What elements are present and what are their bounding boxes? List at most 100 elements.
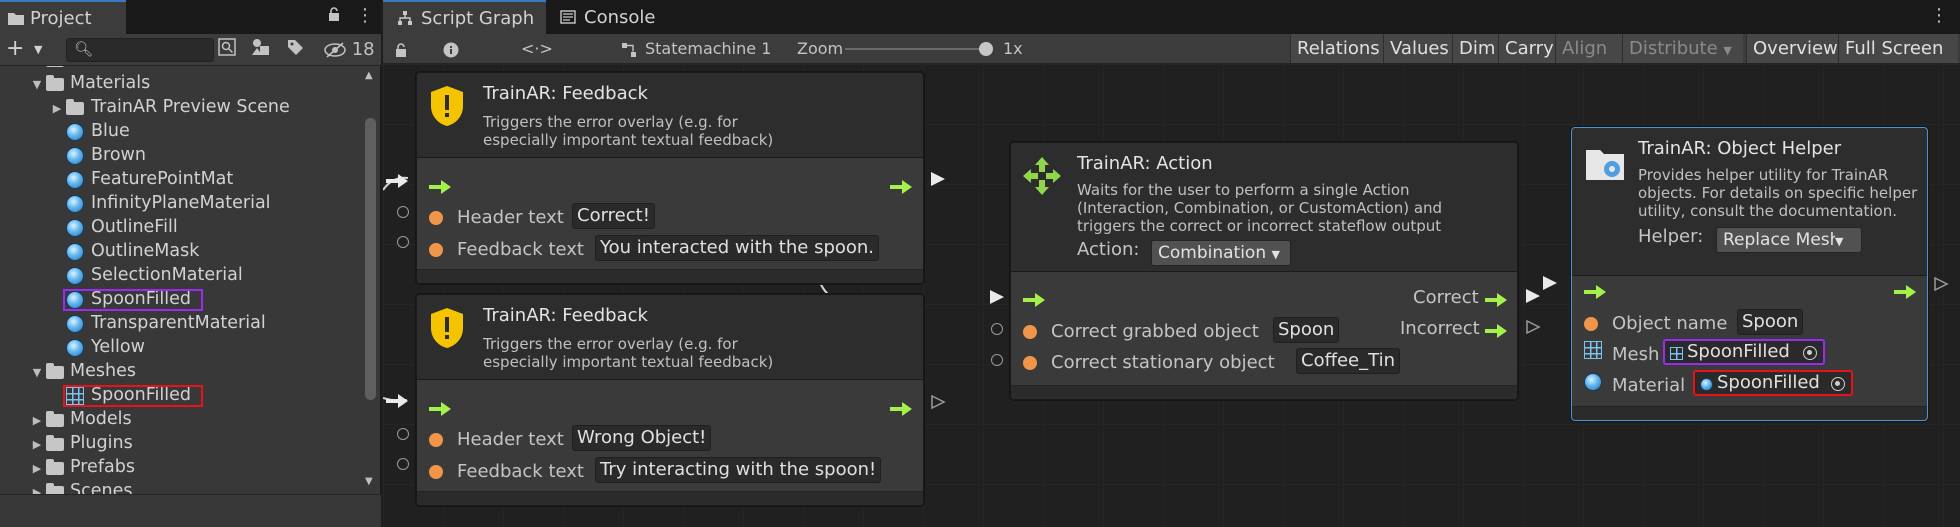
object-picker-icon[interactable]: [1803, 346, 1817, 360]
flow-output-port[interactable]: [1526, 289, 1548, 303]
input-port[interactable]: [991, 354, 1003, 366]
object-helper-node[interactable]: TrainAR: Object Helper Provides helper u…: [1571, 127, 1928, 421]
flow-output-arrow[interactable]: [1894, 285, 1916, 299]
breadcrumb[interactable]: Statemachine 1: [645, 34, 771, 63]
flow-input-arrow[interactable]: [1584, 285, 1606, 299]
flow-output-port[interactable]: [931, 172, 953, 186]
relations-button[interactable]: Relations: [1290, 34, 1386, 63]
feedback-node-correct[interactable]: TrainAR: Feedback Triggers the error ove…: [416, 72, 924, 284]
header-value[interactable]: Wrong Object!: [572, 425, 712, 451]
values-button[interactable]: Values: [1383, 34, 1455, 63]
tree-item[interactable]: SpoonFilled: [0, 384, 362, 408]
flow-input-arrow[interactable]: [429, 402, 451, 416]
expand-arrow-open-icon[interactable]: ▼: [30, 78, 44, 91]
tree-item[interactable]: TransparentMaterial: [0, 312, 362, 336]
object-picker-icon[interactable]: [1831, 377, 1845, 391]
feedback-value[interactable]: You interacted with the spoon.: [595, 235, 880, 261]
expand-arrow-closed-icon[interactable]: ▶: [30, 486, 44, 495]
overview-button[interactable]: Overview: [1746, 34, 1844, 63]
tree-item[interactable]: ▶ TrainAR Preview Scene: [0, 96, 362, 120]
flow-output-port[interactable]: [1934, 277, 1956, 291]
zoom-slider[interactable]: [845, 48, 985, 50]
tree-item-label: Prefabs: [70, 457, 135, 477]
flow-output-port[interactable]: [931, 395, 953, 409]
helper-type-dropdown[interactable]: Replace Mesh▼: [1716, 227, 1862, 253]
expand-arrow-closed-icon[interactable]: ▶: [30, 66, 44, 67]
flow-output-port[interactable]: [1526, 320, 1548, 334]
scrollbar-thumb[interactable]: [365, 118, 376, 400]
flow-output-arrow[interactable]: [890, 402, 912, 416]
tree-item[interactable]: FeaturePointMat: [0, 168, 362, 192]
action-type-dropdown[interactable]: Combination ▼: [1151, 240, 1291, 266]
tree-item[interactable]: ▶ Plugins: [0, 432, 362, 456]
tree-item[interactable]: ▶ Models: [0, 408, 362, 432]
tree-item[interactable]: ▼ Meshes: [0, 360, 362, 384]
zoom-slider-handle[interactable]: [979, 42, 993, 56]
tree-item[interactable]: ▶ Scenes: [0, 480, 362, 494]
flow-output-incorrect-arrow[interactable]: [1485, 324, 1507, 338]
tree-item[interactable]: ▼ Materials: [0, 72, 362, 96]
tree-item[interactable]: SelectionMaterial: [0, 264, 362, 288]
input-port[interactable]: [991, 323, 1003, 335]
embed-source-icon[interactable]: <·>: [521, 34, 553, 63]
header-value[interactable]: Correct!: [572, 203, 655, 229]
label-tag-icon[interactable]: [282, 38, 308, 62]
hidden-packages-toggle[interactable]: 18: [324, 38, 375, 62]
node-footer: [417, 269, 923, 283]
flow-input-arrow[interactable]: [1023, 293, 1045, 307]
input-port[interactable]: [397, 428, 409, 440]
mesh-object-field[interactable]: SpoonFilled: [1663, 339, 1825, 365]
lock-icon[interactable]: [395, 34, 407, 63]
tab-project[interactable]: Project: [0, 0, 126, 34]
scroll-up-icon[interactable]: ▲: [365, 70, 373, 81]
stationary-object-value[interactable]: Coffee_Tin: [1296, 348, 1400, 374]
feedback-node-wrong[interactable]: TrainAR: Feedback Triggers the error ove…: [416, 294, 924, 506]
folder-icon: [66, 99, 84, 115]
search-by-type-icon[interactable]: [214, 38, 240, 62]
input-port[interactable]: [397, 206, 409, 218]
filter-by-type-icon[interactable]: [248, 38, 274, 62]
scroll-down-icon[interactable]: ▼: [365, 476, 373, 487]
input-port[interactable]: [397, 458, 409, 470]
object-name-value[interactable]: Spoon: [1737, 309, 1804, 335]
tree-item[interactable]: Blue: [0, 120, 362, 144]
create-button[interactable]: + ▼: [6, 37, 56, 63]
tree-item[interactable]: InfinityPlaneMaterial: [0, 192, 362, 216]
info-icon[interactable]: [443, 34, 459, 63]
tree-item[interactable]: Yellow: [0, 336, 362, 360]
expand-arrow-closed-icon[interactable]: ▶: [30, 462, 44, 475]
flow-output-arrow[interactable]: [890, 180, 912, 194]
grabbed-object-value[interactable]: Spoon: [1273, 317, 1340, 343]
tree-item[interactable]: Brown: [0, 144, 362, 168]
material-object-field[interactable]: SpoonFilled: [1693, 370, 1853, 396]
search-input[interactable]: 🔍︎: [66, 38, 214, 62]
input-port[interactable]: [397, 236, 409, 248]
tree-item-label: Scenes: [70, 481, 133, 494]
tree-item[interactable]: OutlineMask: [0, 240, 362, 264]
flow-output-correct-arrow[interactable]: [1485, 293, 1507, 307]
carry-button[interactable]: Carry: [1498, 34, 1560, 63]
tree-item[interactable]: SpoonFilled: [0, 288, 362, 312]
dim-button[interactable]: Dim: [1452, 34, 1502, 63]
expand-arrow-open-icon[interactable]: ▼: [30, 366, 44, 379]
graph-canvas[interactable]: TrainAR: Feedback Triggers the error ove…: [383, 64, 1960, 527]
action-node[interactable]: TrainAR: Action Waits for the user to pe…: [1010, 142, 1518, 400]
more-options-icon[interactable]: ⋮: [356, 5, 374, 26]
expand-arrow-closed-icon[interactable]: ▶: [30, 438, 44, 451]
header-label: Header text: [457, 429, 564, 450]
more-options-icon[interactable]: ⋮: [1930, 5, 1948, 26]
lock-icon[interactable]: [328, 7, 340, 25]
grabbed-object-label: Correct grabbed object: [1051, 321, 1259, 342]
distribute-dropdown[interactable]: Distribute ▼: [1622, 34, 1743, 63]
expand-arrow-closed-icon[interactable]: ▶: [30, 414, 44, 427]
flow-input-arrow[interactable]: [429, 180, 451, 194]
expand-arrow-closed-icon[interactable]: ▶: [50, 102, 64, 115]
tree-item[interactable]: ▶ Prefabs: [0, 456, 362, 480]
project-scrollbar[interactable]: ▲ ▼: [362, 66, 379, 494]
feedback-value[interactable]: Try interacting with the spoon!: [595, 457, 882, 483]
tab-console[interactable]: Console: [546, 0, 666, 34]
tree-item[interactable]: OutlineFill: [0, 216, 362, 240]
full-screen-button[interactable]: Full Screen: [1838, 34, 1958, 63]
tab-script-graph[interactable]: Script Graph: [383, 0, 546, 34]
align-dropdown[interactable]: Align ▼: [1555, 34, 1622, 86]
